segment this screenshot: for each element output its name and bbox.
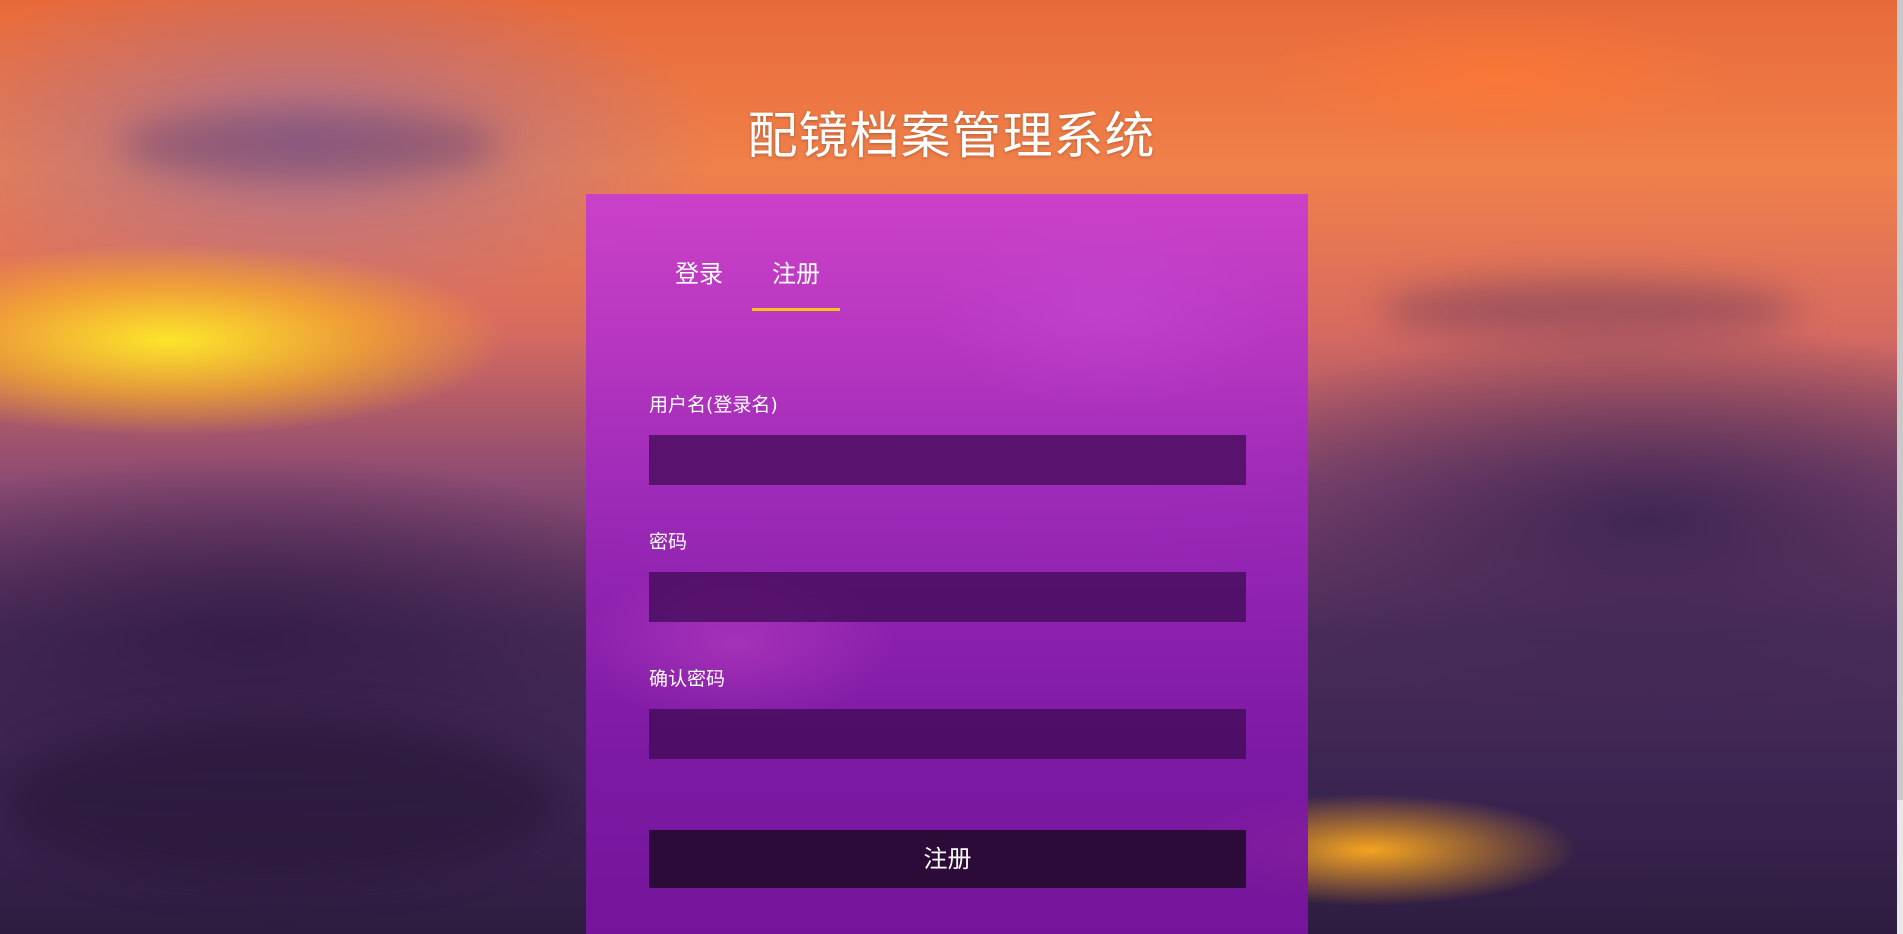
register-button[interactable]: 注册: [649, 830, 1246, 888]
username-input[interactable]: [649, 435, 1246, 485]
username-label: 用户名(登录名): [649, 394, 778, 416]
vertical-scrollbar[interactable]: [1897, 0, 1903, 934]
login-page-background: 配镜档案管理系统 登录 注册 用户名(登录名) 密码 确认密码 注册: [0, 0, 1903, 934]
confirm-password-input[interactable]: [649, 709, 1246, 759]
tab-login[interactable]: 登录: [646, 254, 752, 308]
background-cloud: [0, 720, 560, 880]
tab-register[interactable]: 注册: [752, 254, 840, 311]
password-input[interactable]: [649, 572, 1246, 622]
background-cloud: [1380, 280, 1800, 340]
password-label: 密码: [649, 531, 688, 553]
register-panel: 登录 注册 用户名(登录名) 密码 确认密码 注册: [586, 194, 1308, 934]
confirm-password-label: 确认密码: [649, 668, 726, 690]
scrollbar-thumb[interactable]: [1897, 0, 1903, 800]
page-title: 配镜档案管理系统: [747, 106, 1156, 165]
